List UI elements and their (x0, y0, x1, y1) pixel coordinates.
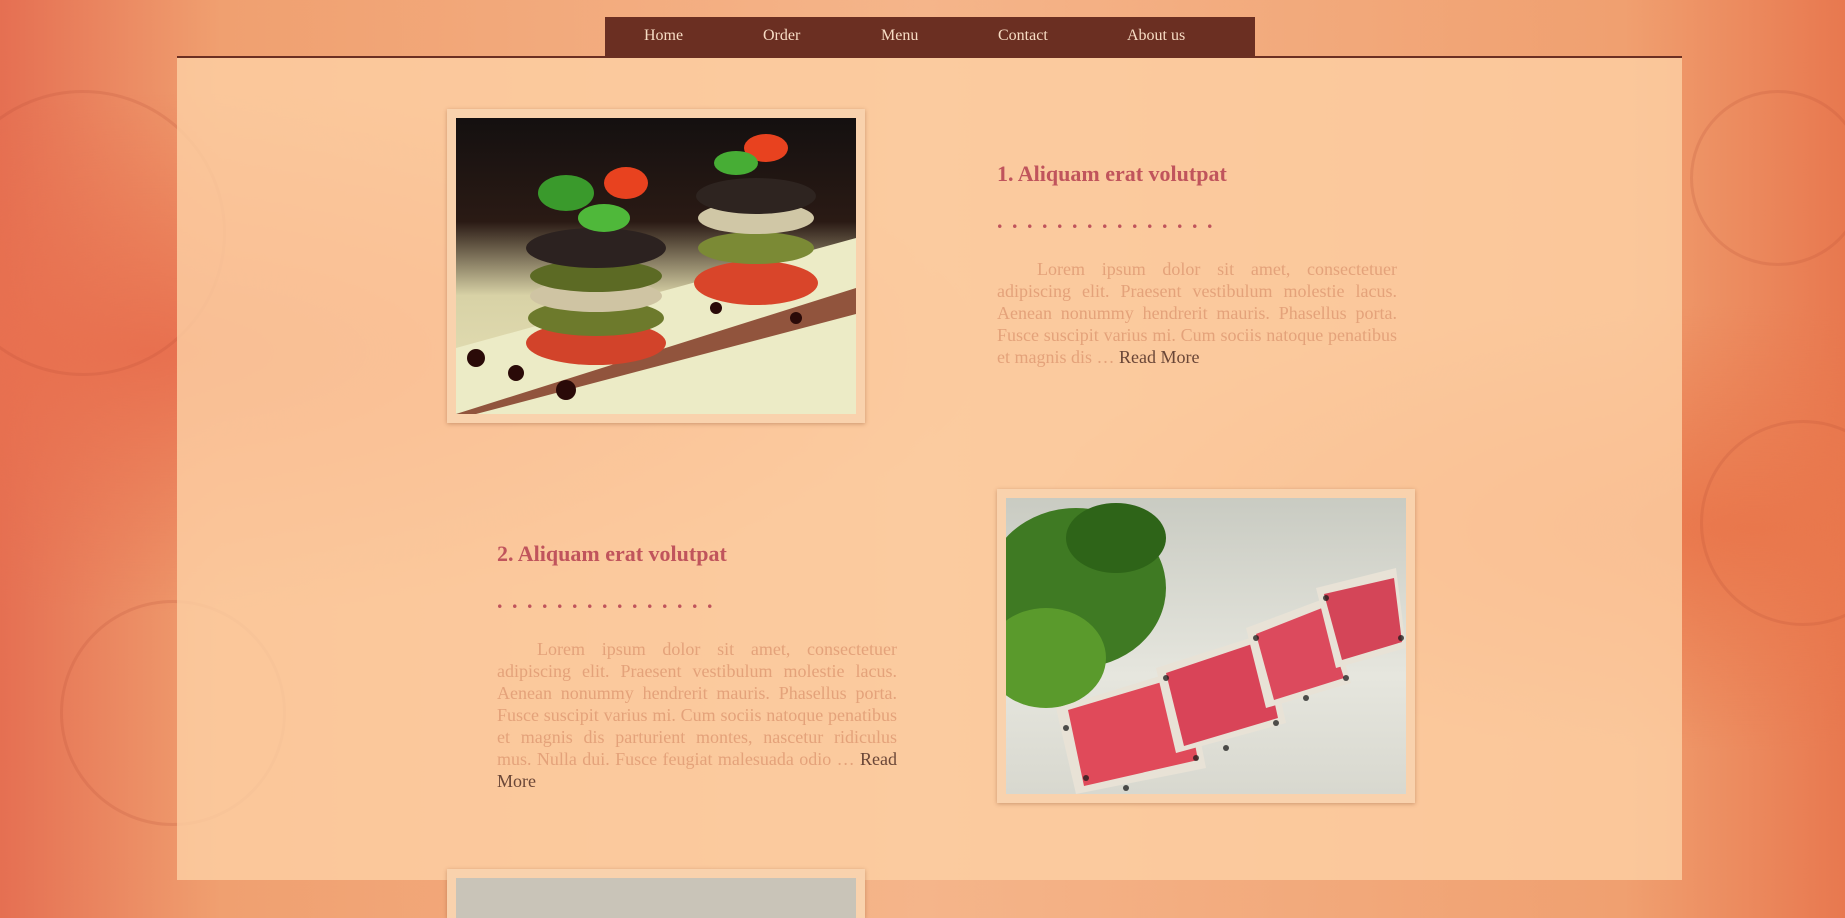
nav-item-order[interactable]: Order (763, 27, 800, 45)
article-3-photo[interactable] (456, 878, 856, 918)
article-2-title[interactable]: 2. Aliquam erat volutpat (497, 541, 727, 567)
article-1-dots-divider: . . . . . . . . . . . . . . . (997, 208, 1215, 233)
main-navigation: Home Order Menu Contact About us (605, 17, 1255, 57)
article-1-photo-frame (447, 109, 865, 423)
article-2-body: Lorem ipsum dolor sit amet, consectetuer… (497, 639, 897, 769)
main-content: 1. Aliquam erat volutpat . . . . . . . .… (177, 58, 1682, 918)
nav-item-contact[interactable]: Contact (998, 27, 1048, 45)
article-2-text: Lorem ipsum dolor sit amet, consectetuer… (497, 638, 897, 792)
article-1-title[interactable]: 1. Aliquam erat volutpat (997, 161, 1227, 187)
nav-item-about-us[interactable]: About us (1127, 27, 1185, 45)
nav-item-home[interactable]: Home (644, 27, 683, 45)
article-1-read-more-link[interactable]: Read More (1119, 347, 1199, 367)
article-2-dots-divider: . . . . . . . . . . . . . . . (497, 588, 715, 613)
seared-tuna-illustration (1006, 503, 1406, 794)
article-2-photo-frame (997, 489, 1415, 803)
nav-item-menu[interactable]: Menu (881, 27, 918, 45)
food-photo-seared-tuna[interactable] (1006, 498, 1406, 794)
article-1-text: Lorem ipsum dolor sit amet, consectetuer… (997, 258, 1397, 368)
background-doodle (1690, 90, 1845, 266)
food-photo-vegetable-stacks[interactable] (456, 118, 856, 414)
background-doodle (1700, 420, 1845, 626)
vegetable-stack-illustration (456, 134, 856, 414)
article-3-photo-frame (447, 869, 865, 918)
